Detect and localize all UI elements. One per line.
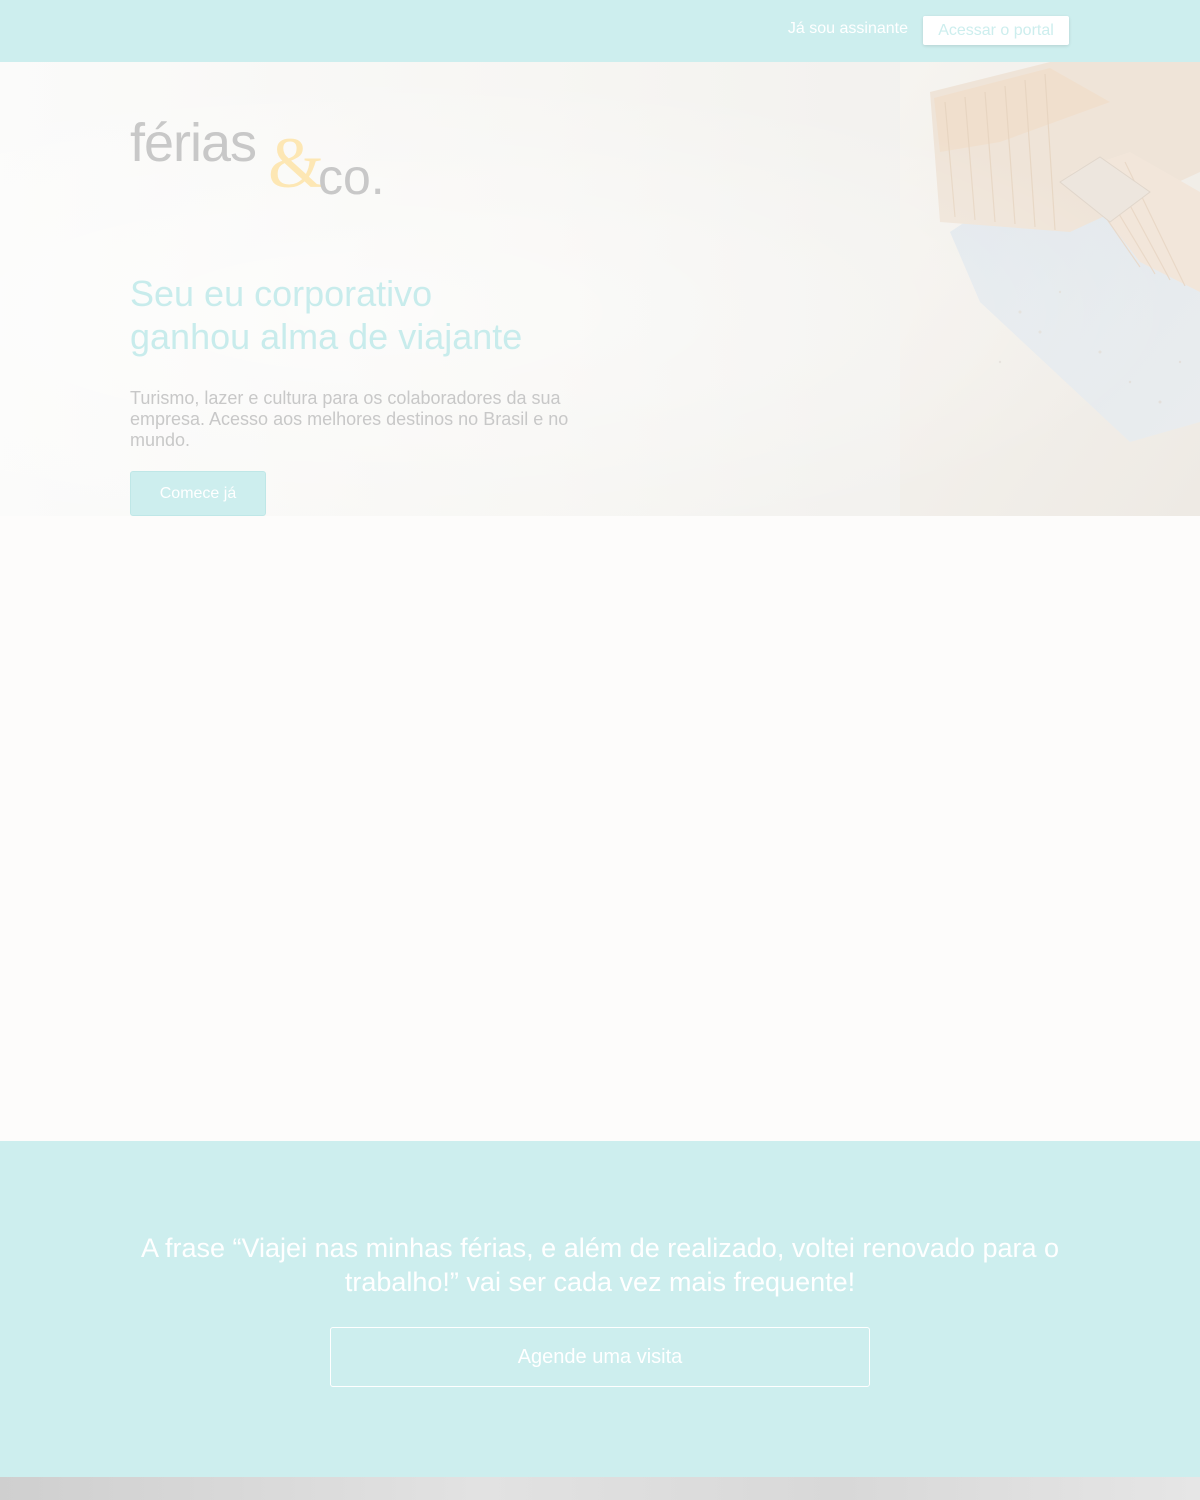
quote-text: A frase “Viajei nas minhas férias, e alé…	[140, 1233, 1059, 1297]
hero-section: férias & co. Seu eu corporativo ganhou a…	[0, 62, 1200, 516]
top-bar: Já sou assinante Acessar o portal	[0, 0, 1200, 62]
hero-headline: Seu eu corporativo ganhou alma de viajan…	[130, 272, 650, 358]
headline-line-2: ganhou alma de viajante	[130, 316, 523, 357]
schedule-visit-button[interactable]: Agende uma visita	[330, 1327, 870, 1387]
portal-access-button[interactable]: Acessar o portal	[923, 16, 1069, 45]
logo-ampersand: &	[268, 123, 325, 203]
hero-subtext: Turismo, lazer e cultura para os colabor…	[130, 388, 569, 450]
start-now-button[interactable]: Comece já	[130, 471, 266, 516]
logo-ferias-text: férias	[130, 113, 257, 173]
headline-line-1: Seu eu corporativo	[130, 273, 433, 314]
quote-section: A frase “Viajei nas minhas férias, e alé…	[0, 1141, 1200, 1477]
logo-co-text: co.	[318, 149, 385, 205]
next-section-image	[0, 1477, 1200, 1500]
brand-logo[interactable]: férias & co.	[130, 112, 400, 205]
subscriber-text: Já sou assinante	[787, 20, 908, 37]
